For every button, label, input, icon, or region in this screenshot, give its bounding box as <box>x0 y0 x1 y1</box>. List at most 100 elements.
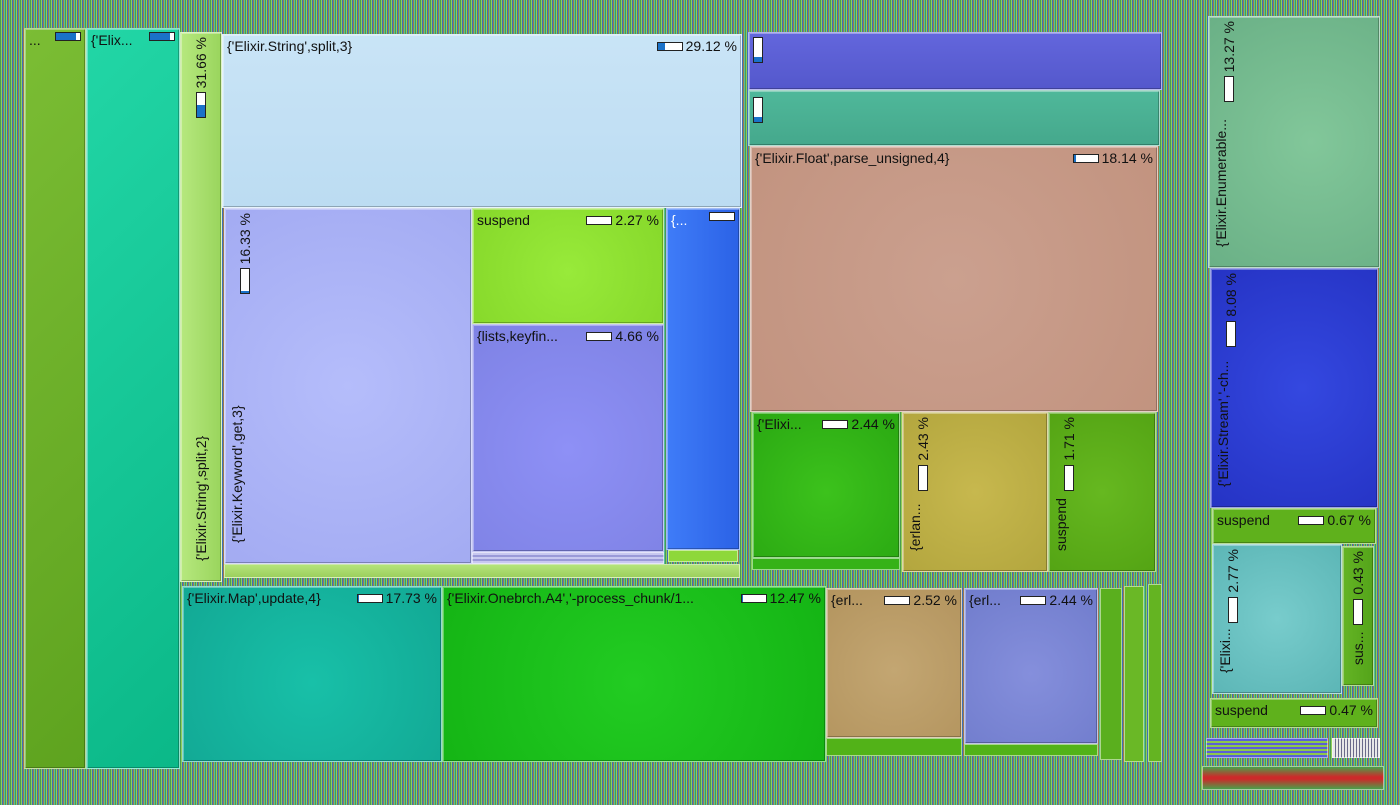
block-label: {'Elixir.String',split,2} <box>193 435 209 561</box>
block-percent: 2.44 % <box>851 416 895 432</box>
block-label: {'Elixi... <box>1217 628 1233 673</box>
block-label: {'Elixir.String',split,3} <box>227 38 353 54</box>
block-percent: 1.71 % <box>1061 417 1077 461</box>
progress-bar <box>1224 76 1234 103</box>
strip <box>472 552 664 564</box>
progress-bar <box>753 37 763 63</box>
progress-bar <box>356 593 383 603</box>
progress-bar <box>1298 515 1325 525</box>
block-onebrch-process-chunk[interactable]: {'Elixir.Onebrch.A4','-process_chunk/1..… <box>442 586 826 762</box>
block-enumerable[interactable]: 13.27 % {'Elixir.Enumerable... <box>1208 16 1380 268</box>
block-percent: 17.73 % <box>385 590 437 606</box>
strip <box>1206 738 1328 758</box>
progress-bar <box>586 331 613 341</box>
block-elixi-b[interactable]: 2.77 % {'Elixi... <box>1212 544 1342 694</box>
block-root[interactable]: ... <box>24 28 86 769</box>
strip <box>1202 766 1384 790</box>
block-label: {'Elixir.Enumerable... <box>1213 119 1229 247</box>
block-label: suspend <box>477 212 530 228</box>
progress-bar <box>740 593 767 603</box>
progress-bar <box>1020 595 1047 605</box>
block-label: suspend <box>1053 498 1069 551</box>
block-lists-keyfind[interactable]: {lists,keyfin... 4.66 % <box>472 324 664 552</box>
block-elix[interactable]: {'Elix... <box>86 28 180 769</box>
progress-bar <box>1300 705 1327 715</box>
progress-bar <box>196 92 206 119</box>
block-label: {'Elixir.Stream','-ch... <box>1215 360 1231 487</box>
block-percent: 8.08 % <box>1223 273 1239 317</box>
progress-bar <box>753 97 763 123</box>
block-sus[interactable]: 0.43 % sus... <box>1342 546 1374 686</box>
block-string-split-3[interactable]: {'Elixir.String',split,3} 29.12 % <box>222 34 742 208</box>
progress-bar <box>1353 598 1363 625</box>
strip <box>1332 738 1380 758</box>
block-label: {erl... <box>969 592 1001 608</box>
block-erlan[interactable]: 2.43 % {erlan... <box>902 412 1048 572</box>
strip <box>1100 588 1122 760</box>
progress-bar <box>822 419 849 429</box>
block-erl-a[interactable]: {erl... 2.52 % <box>826 588 962 738</box>
block-string-split-2[interactable]: 31.66 % {'Elixir.String',split,2} <box>180 32 222 582</box>
block-percent: 0.43 % <box>1350 551 1366 595</box>
block-percent: 12.47 % <box>769 590 821 606</box>
block-label: {'Elixir.Onebrch.A4','-process_chunk/1..… <box>447 590 694 606</box>
block-blue-column[interactable]: {... <box>666 208 740 550</box>
block-percent: 2.27 % <box>615 212 659 228</box>
block-suspend-a[interactable]: suspend 2.27 % <box>472 208 664 324</box>
block-percent: 0.67 % <box>1327 512 1371 528</box>
block-percent: 2.77 % <box>1225 549 1241 593</box>
strip <box>1148 584 1162 762</box>
progress-bar <box>884 595 911 605</box>
progress-bar <box>656 41 683 51</box>
block-percent: 4.66 % <box>615 328 659 344</box>
block-elixi-a[interactable]: {'Elixi... 2.44 % <box>752 412 900 558</box>
block-label: suspend <box>1217 512 1270 528</box>
block-percent: 0.47 % <box>1329 702 1373 718</box>
progress-bar <box>149 32 175 41</box>
block-stream[interactable]: 8.08 % {'Elixir.Stream','-ch... <box>1210 268 1378 508</box>
progress-bar <box>709 212 735 221</box>
progress-bar <box>586 215 613 225</box>
block-keyword-get-3[interactable]: 16.33 % {'Elixir.Keyword',get,3} <box>224 208 472 564</box>
progress-bar <box>240 268 250 295</box>
block-indigo[interactable] <box>748 32 1162 90</box>
block-map-update[interactable]: {'Elixir.Map',update,4} 17.73 % <box>182 586 442 762</box>
progress-bar <box>918 464 928 491</box>
block-label: {'Elixir.Float',parse_unsigned,4} <box>755 150 950 166</box>
block-percent: 16.33 % <box>237 213 253 265</box>
block-percent: 2.43 % <box>915 417 931 461</box>
block-label: suspend <box>1215 702 1268 718</box>
progress-bar <box>1228 596 1238 623</box>
block-label: {'Elixi... <box>757 416 802 432</box>
block-label: {'Elixir.Map',update,4} <box>187 590 321 606</box>
block-label: sus... <box>1350 631 1366 665</box>
block-label: {'Elix... <box>91 32 133 48</box>
block-percent: 31.66 % <box>193 37 209 89</box>
block-suspend-d[interactable]: suspend 0.47 % <box>1210 698 1378 728</box>
block-erl-b[interactable]: {erl... 2.44 % <box>964 588 1098 744</box>
progress-bar <box>1226 320 1236 347</box>
block-percent: 29.12 % <box>685 38 737 54</box>
block-label: {'Elixir.Keyword',get,3} <box>229 405 245 543</box>
strip <box>224 564 740 578</box>
block-label: {erlan... <box>907 503 923 551</box>
block-float-parse[interactable]: {'Elixir.Float',parse_unsigned,4} 18.14 … <box>750 146 1158 412</box>
block-label: {erl... <box>831 592 863 608</box>
progress-bar <box>1072 153 1099 163</box>
progress-bar <box>1064 464 1074 491</box>
treemap-view: ... {'Elix... 31.66 % {'Elixir.String',s… <box>0 0 1400 805</box>
strip <box>668 550 738 562</box>
block-percent: 18.14 % <box>1101 150 1153 166</box>
progress-bar <box>55 32 81 41</box>
block-label: ... <box>29 32 41 48</box>
block-label: {lists,keyfin... <box>477 328 558 344</box>
strip <box>826 738 962 756</box>
block-suspend-b[interactable]: 1.71 % suspend <box>1048 412 1156 572</box>
strip <box>1124 586 1144 762</box>
block-percent: 13.27 % <box>1221 21 1237 73</box>
block-label: {... <box>671 212 688 228</box>
strip <box>964 744 1098 756</box>
block-suspend-c[interactable]: suspend 0.67 % <box>1212 508 1376 544</box>
block-seagreen[interactable] <box>748 90 1160 146</box>
block-percent: 2.52 % <box>913 592 957 608</box>
